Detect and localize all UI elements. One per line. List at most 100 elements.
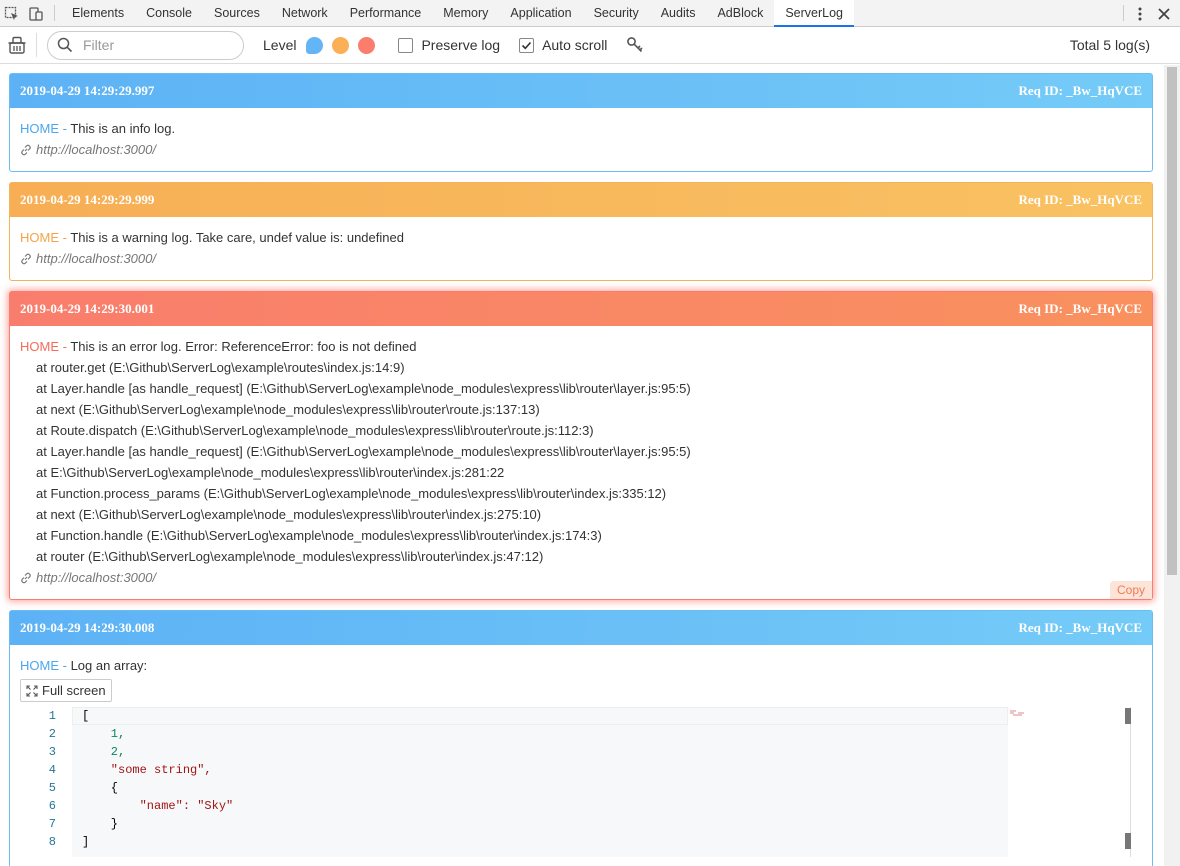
code-line: } [82,817,119,831]
copy-button[interactable]: Copy [1109,581,1152,599]
log-timestamp: 2019-04-29 14:29:30.008 [20,620,155,635]
devtools-tab-bar: Elements Console Sources Network Performance… [0,0,1180,27]
log-header: 2019-04-29 14:29:30.008 Req ID: _Bw_HqVC… [10,611,1152,645]
close-icon[interactable] [1152,0,1176,27]
level-warn-toggle[interactable] [332,36,350,54]
log-message-text: This is an error log. Error: ReferenceEr… [70,339,417,354]
code-line: [ [82,709,90,723]
line-number: 6 [48,799,56,813]
log-message-text: This is a warning log. Take care, undef … [70,230,404,245]
log-tag-separator: - [59,230,71,245]
editor-minimap[interactable] [1010,709,1030,717]
code-line: "some string", [82,763,212,777]
log-entry: 2019-04-29 14:29:30.001 Req ID: _Bw_HqVC… [9,291,1153,600]
filter-box[interactable] [47,30,244,60]
log-tag-separator: - [59,658,71,673]
log-message: HOME - This is a warning log. Take care,… [20,227,1142,248]
log-tag: HOME [20,658,59,673]
stack-line: at router (E:\Github\ServerLog\example\n… [36,549,544,564]
code-editor[interactable]: 1 2 3 4 5 6 7 8 [ 1, 2, "some string", {… [20,707,1142,857]
preserve-log-label: Preserve log [421,37,501,53]
tab-sources[interactable]: Sources [203,0,271,26]
line-number: 7 [48,817,56,831]
more-options-icon[interactable] [1128,0,1152,27]
stack-line: at next (E:\Github\ServerLog\example\nod… [36,402,540,417]
tab-audits[interactable]: Audits [650,0,707,26]
log-url[interactable]: http://localhost:3000/ [20,567,1142,588]
tab-serverlog[interactable]: ServerLog [774,0,855,27]
full-screen-label: Full screen [42,683,106,698]
code-line: "name": "Sky" [82,799,234,813]
log-body: HOME - This is an error log. Error: Refe… [10,326,1152,588]
code-line: 2, [82,745,126,759]
log-timestamp: 2019-04-29 14:29:30.001 [20,301,155,316]
log-tag: HOME [20,339,59,354]
tab-memory[interactable]: Memory [432,0,499,26]
scrollbar-thumb[interactable] [1167,67,1177,575]
log-message: HOME - This is an error log. Error: Refe… [20,336,1142,357]
inspect-element-icon[interactable] [0,0,24,27]
preserve-log-option[interactable]: Preserve log [398,37,500,53]
code-line: ] [82,835,90,849]
tab-performance[interactable]: Performance [339,0,433,26]
tab-network[interactable]: Network [271,0,339,26]
auto-scroll-option[interactable]: Auto scroll [519,37,607,53]
line-number: 4 [48,763,56,777]
log-request-id: Req ID: _Bw_HqVCE [1018,192,1142,207]
log-tag: HOME [20,230,59,245]
log-request-id: Req ID: _Bw_HqVCE [1018,620,1142,635]
log-body: HOME - Log an array: Full screen 1 2 3 4… [10,645,1152,857]
stack-line: at next (E:\Github\ServerLog\example\nod… [36,507,542,522]
stack-line: at Function.handle (E:\Github\ServerLog\… [36,528,602,543]
log-request-id: Req ID: _Bw_HqVCE [1018,301,1142,316]
line-number: 5 [48,781,56,795]
tab-elements[interactable]: Elements [61,0,135,26]
line-number: 8 [48,835,56,849]
log-list-scrollbar[interactable] [1164,65,1180,866]
editor-scrollbar[interactable] [1122,707,1136,857]
stack-line: at Layer.handle [as handle_request] (E:\… [36,444,691,459]
editor-scroll-marker [1125,833,1131,849]
stack-line: at router.get (E:\Github\ServerLog\examp… [36,360,405,375]
clear-log-icon[interactable] [7,35,27,55]
tab-application[interactable]: Application [499,0,582,26]
log-url-text[interactable]: http://localhost:3000/ [36,248,156,269]
log-url[interactable]: http://localhost:3000/ [20,139,1142,160]
log-tag: HOME [20,121,59,136]
log-url[interactable]: http://localhost:3000/ [20,248,1142,269]
level-error-toggle[interactable] [358,36,376,54]
search-icon [57,37,73,53]
line-number-gutter: 1 2 3 4 5 6 7 8 [20,707,72,857]
tab-bar-divider [54,5,55,21]
full-screen-button[interactable]: Full screen [20,679,112,702]
device-toolbar-icon[interactable] [24,0,48,27]
log-message: HOME - Log an array: [20,655,1142,676]
error-stack-trace: at router.get (E:\Github\ServerLog\examp… [20,357,1142,567]
log-header: 2019-04-29 14:29:30.001 Req ID: _Bw_HqVC… [10,292,1152,326]
editor-scroll-marker [1125,708,1131,724]
level-info-toggle[interactable] [306,36,324,54]
log-url-text[interactable]: http://localhost:3000/ [36,139,156,160]
tab-security[interactable]: Security [583,0,650,26]
log-timestamp: 2019-04-29 14:29:29.999 [20,192,155,207]
tab-console[interactable]: Console [135,0,203,26]
code-line: 1, [82,727,126,741]
log-timestamp: 2019-04-29 14:29:29.997 [20,83,155,98]
log-tag-separator: - [59,121,71,136]
code-area[interactable]: [ 1, 2, "some string", { "name": "Sky" }… [72,707,1008,857]
filter-input[interactable] [81,36,231,54]
current-line-highlight [72,707,1008,725]
key-icon[interactable] [626,36,644,54]
auto-scroll-checkbox[interactable] [519,37,535,53]
link-icon [21,144,31,155]
preserve-log-checkbox[interactable] [398,37,414,53]
log-url-text[interactable]: http://localhost:3000/ [36,567,156,588]
auto-scroll-label: Auto scroll [542,37,608,53]
line-number: 2 [48,727,56,741]
checkmark-icon [521,41,532,49]
log-tag-separator: - [59,339,71,354]
stack-line: at Layer.handle [as handle_request] (E:\… [36,381,691,396]
tab-adblock[interactable]: AdBlock [706,0,774,26]
expand-icon [26,684,38,697]
toolbar-divider [36,33,37,57]
